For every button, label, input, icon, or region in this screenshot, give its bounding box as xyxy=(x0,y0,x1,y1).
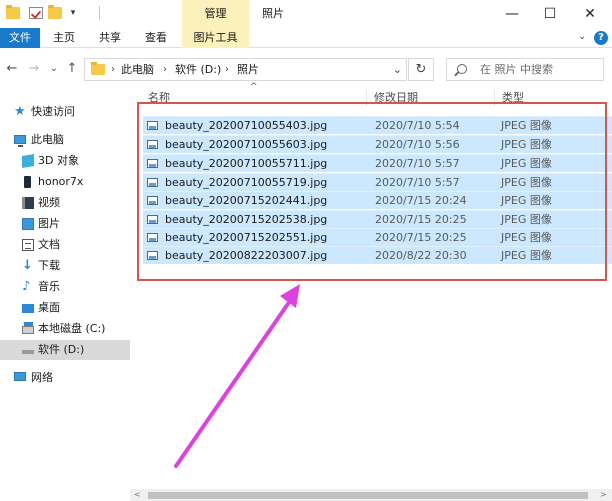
sidebar-item-music[interactable]: ♪ 音乐 xyxy=(0,277,130,297)
sidebar-item-desktop[interactable]: 桌面 xyxy=(0,298,130,318)
window-title: 照片 xyxy=(262,7,284,20)
refresh-button[interactable]: ↻ xyxy=(408,58,434,81)
breadcrumb-this-pc[interactable]: 此电脑 xyxy=(121,59,154,80)
sidebar-item-label: 下载 xyxy=(38,259,60,272)
tab-share[interactable]: 共享 xyxy=(92,28,128,48)
sidebar-item-label: 此电脑 xyxy=(31,133,64,146)
address-dropdown-icon[interactable]: ⌄ xyxy=(393,59,402,80)
horizontal-scrollbar[interactable]: < > xyxy=(130,489,612,501)
sidebar-item-documents[interactable]: 文档 xyxy=(0,235,130,255)
search-placeholder: 在 照片 中搜索 xyxy=(480,63,553,76)
highlight-box xyxy=(137,102,607,281)
ribbon-collapse-icon[interactable]: ⌄ xyxy=(578,31,586,42)
star-icon: ★ xyxy=(14,104,26,119)
sidebar-item-label: 音乐 xyxy=(38,280,60,293)
breadcrumb-photos[interactable]: 照片 xyxy=(237,59,259,80)
phone-icon xyxy=(24,176,31,188)
sidebar-item-label: 本地磁盘 (C:) xyxy=(38,322,106,335)
breadcrumb-separator[interactable]: › xyxy=(111,59,115,80)
sidebar-item-label: 桌面 xyxy=(38,301,60,314)
tab-home[interactable]: 主页 xyxy=(46,28,82,48)
new-folder-icon[interactable] xyxy=(48,5,62,19)
tab-file[interactable]: 文件 xyxy=(0,28,40,48)
ribbon-tabs: 文件 主页 共享 查看 图片工具 ⌄ ? xyxy=(0,28,612,48)
breadcrumb-separator[interactable]: › xyxy=(225,59,229,80)
forward-button[interactable]: → xyxy=(26,61,42,77)
toolbar-divider xyxy=(99,6,100,20)
sidebar-item-local-disk-c[interactable]: 本地磁盘 (C:) xyxy=(0,319,130,339)
help-icon[interactable]: ? xyxy=(594,31,608,45)
sidebar-item-label: 文档 xyxy=(38,238,60,251)
sidebar-item-label: 视频 xyxy=(38,196,60,209)
quick-access-dropdown-icon[interactable]: ▾ xyxy=(66,7,80,19)
music-icon: ♪ xyxy=(22,279,31,294)
arrow-head xyxy=(280,284,300,308)
sidebar-item-label: honor7x xyxy=(38,175,84,188)
sidebar-item-software-d[interactable]: 软件 (D:) xyxy=(0,340,130,360)
close-button[interactable]: ✕ xyxy=(568,0,612,28)
drive-icon xyxy=(22,322,34,334)
breadcrumb-separator[interactable]: › xyxy=(163,59,167,80)
search-input[interactable]: 在 照片 中搜索 xyxy=(446,58,604,81)
scrollbar-thumb[interactable] xyxy=(148,492,588,499)
3d-objects-icon xyxy=(22,153,34,169)
folder-icon[interactable] xyxy=(6,5,20,19)
sidebar-item-network[interactable]: 网络 xyxy=(0,368,130,388)
up-button[interactable]: ↑ xyxy=(64,61,80,77)
folder-icon xyxy=(91,62,105,75)
download-icon: ↓ xyxy=(22,258,33,273)
properties-icon[interactable] xyxy=(29,7,43,19)
breadcrumb-drive-d[interactable]: 软件 (D:) xyxy=(175,59,221,80)
sidebar-item-label: 软件 (D:) xyxy=(38,343,85,356)
navigation-bar: ← → ⌄ ↑ › 此电脑 › 软件 (D:) › 照片 ⌄ ↻ 在 照片 中搜… xyxy=(0,55,612,85)
sidebar-item-3d-objects[interactable]: 3D 对象 xyxy=(0,151,130,171)
sidebar-item-honor7x[interactable]: honor7x xyxy=(0,172,130,192)
scroll-right-icon[interactable]: > xyxy=(600,489,607,501)
recent-locations-button[interactable]: ⌄ xyxy=(46,61,62,77)
sidebar-item-downloads[interactable]: ↓ 下载 xyxy=(0,256,130,276)
sidebar-item-videos[interactable]: 视频 xyxy=(0,193,130,213)
navigation-pane: ★ 快速访问 此电脑 3D 对象 honor7x 视频 图片 文档 ↓ 下载 ♪… xyxy=(0,90,130,490)
desktop-icon xyxy=(22,304,34,313)
sidebar-item-quick-access[interactable]: ★ 快速访问 xyxy=(0,102,130,122)
maximize-button[interactable]: ☐ xyxy=(528,0,572,28)
sidebar-item-pictures[interactable]: 图片 xyxy=(0,214,130,234)
sidebar-item-label: 快速访问 xyxy=(31,105,75,118)
tab-view[interactable]: 查看 xyxy=(138,28,174,48)
drive-icon xyxy=(22,350,34,354)
sidebar-item-this-pc[interactable]: 此电脑 xyxy=(0,130,130,150)
sidebar-item-label: 3D 对象 xyxy=(38,154,79,167)
manage-context-tab[interactable]: 管理 xyxy=(182,0,249,28)
arrow-shaft xyxy=(174,296,294,468)
video-icon xyxy=(22,197,34,209)
picture-icon xyxy=(22,218,34,230)
tab-picture-tools[interactable]: 图片工具 xyxy=(182,28,249,48)
sidebar-item-label: 图片 xyxy=(38,217,60,230)
network-icon xyxy=(14,372,26,381)
scroll-left-icon[interactable]: < xyxy=(134,489,141,501)
address-bar[interactable]: › 此电脑 › 软件 (D:) › 照片 ⌄ xyxy=(84,58,407,81)
search-icon xyxy=(457,64,467,74)
sidebar-item-label: 网络 xyxy=(31,371,53,384)
back-button[interactable]: ← xyxy=(4,61,20,77)
document-icon xyxy=(22,239,34,251)
computer-icon xyxy=(14,135,26,147)
title-bar: ▾ 管理 照片 — ☐ ✕ xyxy=(0,0,612,28)
